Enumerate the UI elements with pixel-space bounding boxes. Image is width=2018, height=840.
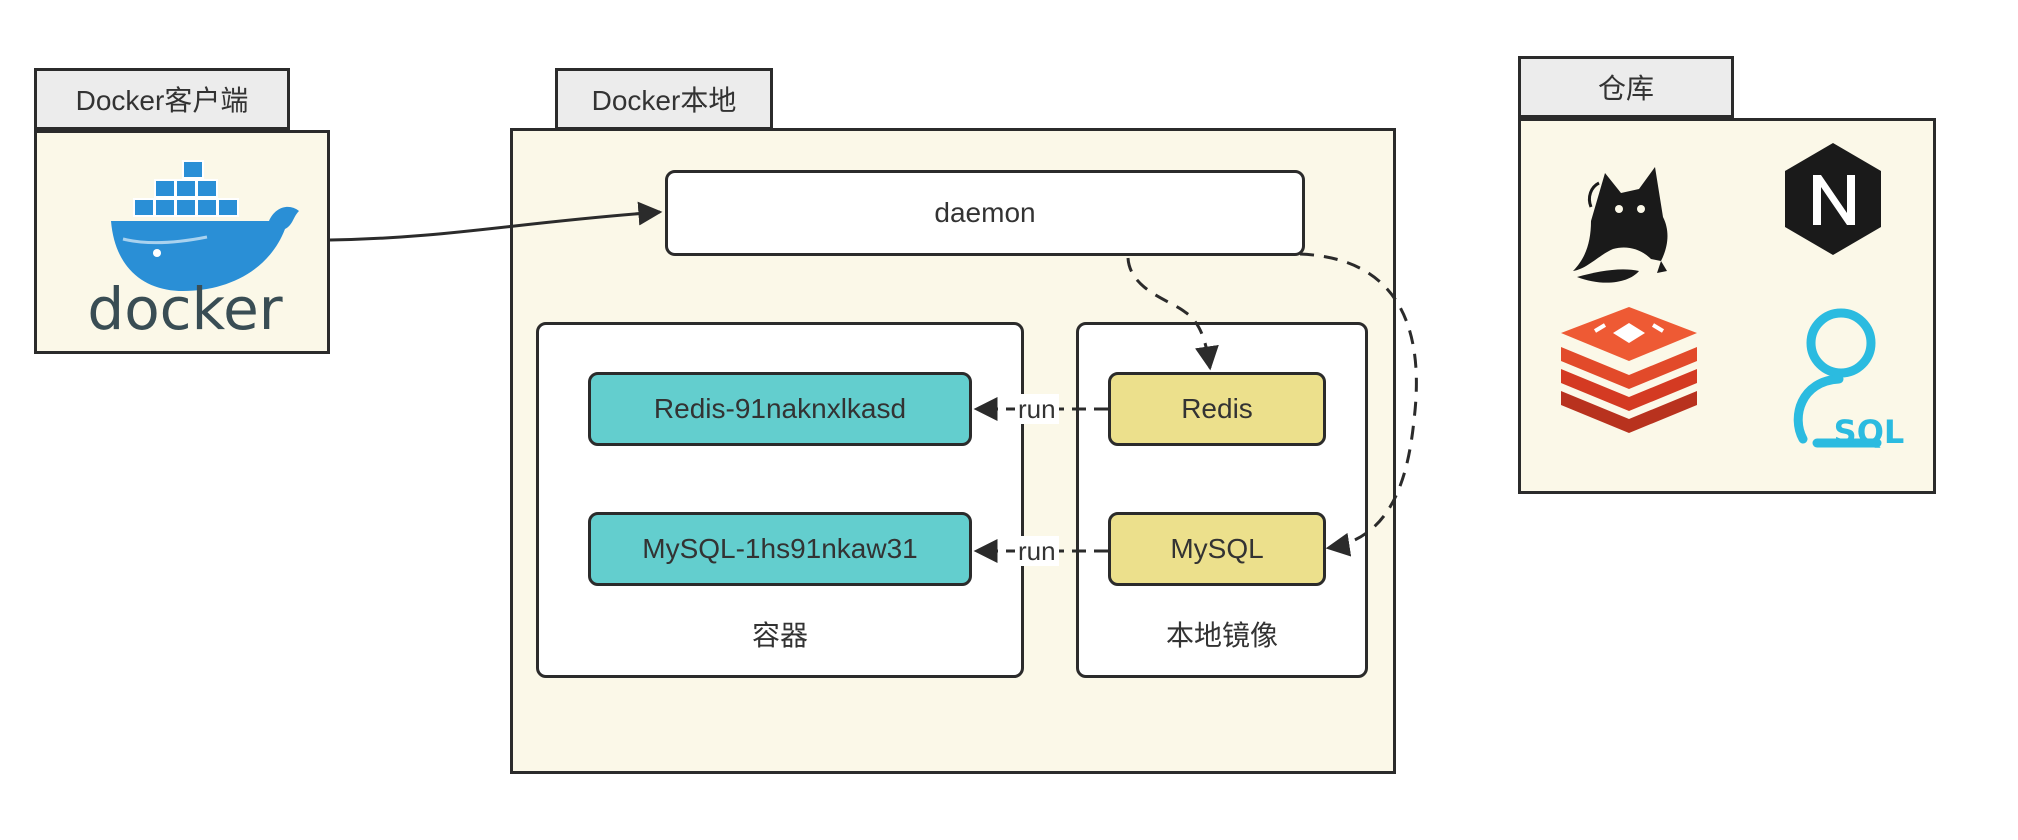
mysql-run-label: run — [1015, 536, 1059, 566]
nginx-icon — [1785, 143, 1881, 255]
sql-icon-text: SQL — [1834, 413, 1905, 451]
client-to-daemon-arrow — [329, 201, 663, 242]
registry-panel: SQL — [1518, 118, 1936, 494]
redis-icon — [1561, 307, 1697, 433]
redis-run-label: run — [1015, 394, 1059, 424]
tomcat-icon — [1573, 167, 1668, 283]
registry-tab: 仓库 — [1518, 56, 1734, 118]
daemon-to-mysql-image-arrow — [1299, 252, 1418, 557]
sql-icon: SQL — [1793, 308, 1905, 451]
daemon-to-redis-image-arrow — [1126, 257, 1219, 371]
